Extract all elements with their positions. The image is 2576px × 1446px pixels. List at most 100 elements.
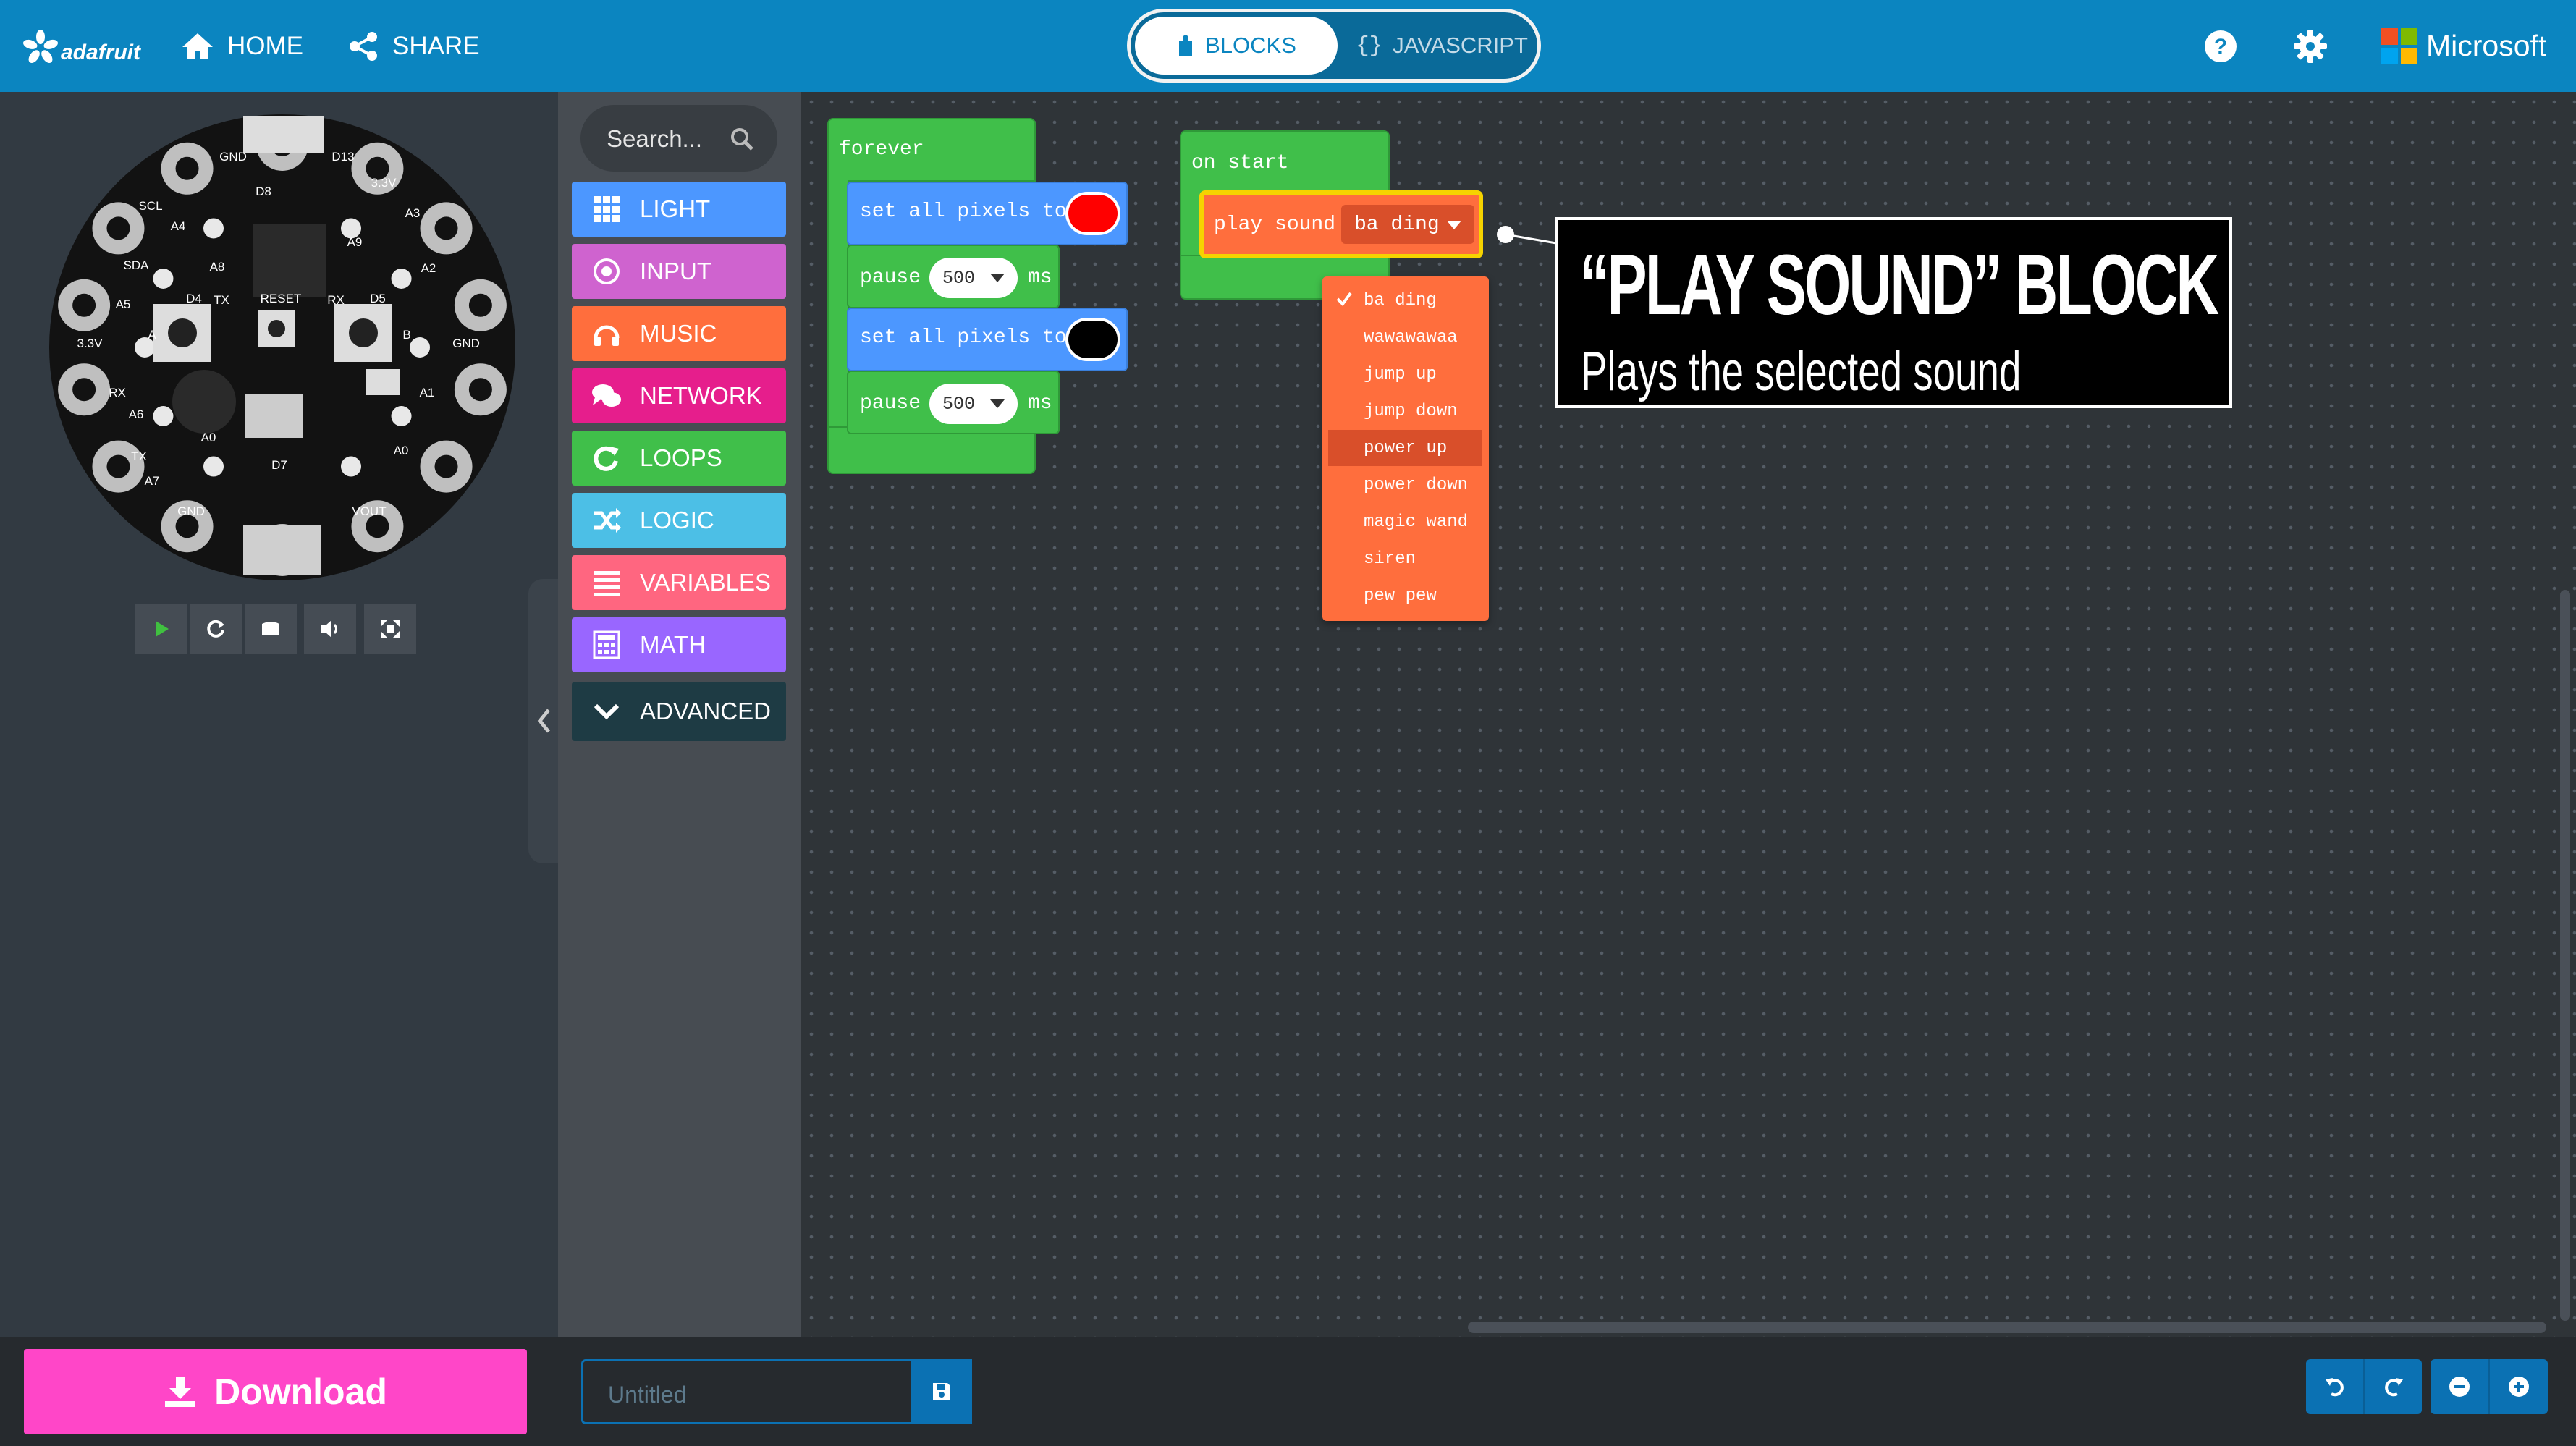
color-swatch-red[interactable] bbox=[1068, 195, 1118, 232]
download-button[interactable]: Download bbox=[24, 1349, 527, 1434]
restart-button[interactable] bbox=[190, 604, 242, 654]
sound-option[interactable]: jump up bbox=[1322, 356, 1489, 392]
sound-option[interactable]: jump down bbox=[1322, 393, 1489, 429]
neopixel-led bbox=[341, 456, 361, 477]
chevron-left-icon bbox=[537, 709, 550, 733]
board-pin-label: A bbox=[148, 328, 156, 342]
caret-down-icon bbox=[1447, 221, 1461, 229]
project-name-placeholder: Untitled bbox=[608, 1382, 687, 1408]
board-pin-label: GND bbox=[219, 150, 247, 164]
play-sound-block[interactable]: play sound ba ding bbox=[1199, 190, 1483, 258]
adafruit-logo[interactable]: adafruit bbox=[23, 0, 140, 92]
horizontal-scrollbar[interactable] bbox=[1468, 1322, 2546, 1333]
redo-button[interactable] bbox=[2363, 1359, 2422, 1414]
home-icon bbox=[182, 33, 213, 59]
braces-icon: {} bbox=[1356, 33, 1383, 59]
category-label: MUSIC bbox=[640, 320, 717, 347]
advanced-category[interactable]: ADVANCED bbox=[572, 682, 786, 741]
board-pin-label: GND bbox=[177, 504, 205, 518]
help-button[interactable]: ? bbox=[2203, 0, 2251, 92]
category-network[interactable]: NETWORK bbox=[572, 368, 786, 423]
settings-button[interactable] bbox=[2293, 0, 2341, 92]
caret-down-icon bbox=[990, 399, 1005, 408]
home-button[interactable]: HOME bbox=[181, 0, 303, 92]
logic-icon bbox=[591, 504, 622, 536]
category-logic[interactable]: LOGIC bbox=[572, 493, 786, 548]
variables-icon bbox=[591, 567, 622, 599]
battery-connector bbox=[243, 525, 321, 575]
play-sound-label: play sound bbox=[1214, 213, 1336, 236]
pause-value-dropdown-2[interactable]: 500 bbox=[929, 384, 1018, 424]
board-pin-label: VOUT bbox=[352, 504, 386, 518]
callout-box: “PLAY SOUND” BLOCK Plays the selected so… bbox=[1555, 217, 2232, 408]
board-pin-label: 3.3V bbox=[371, 176, 397, 190]
category-light[interactable]: LIGHT bbox=[572, 182, 786, 237]
circuit-playground-board[interactable]: GND D13 D8 3.3V SCL A4 A3 A9 A8 SDA A5 A2 TX RESET RX D… bbox=[43, 109, 521, 586]
category-label: MATH bbox=[640, 631, 706, 658]
set-pixels-label-2: set all pixels to bbox=[860, 326, 1067, 349]
save-button[interactable] bbox=[911, 1359, 972, 1424]
microsoft-logo[interactable]: Microsoft bbox=[2381, 0, 2546, 92]
board-pin-label: A6 bbox=[129, 407, 144, 421]
vertical-scrollbar[interactable] bbox=[2560, 590, 2570, 1321]
color-swatch-black[interactable] bbox=[1068, 321, 1118, 358]
math-icon bbox=[591, 629, 622, 661]
puzzle-icon bbox=[1179, 35, 1193, 56]
mute-button[interactable] bbox=[304, 604, 356, 654]
play-button[interactable] bbox=[135, 604, 187, 654]
set-all-pixels-block-1[interactable]: set all pixels to bbox=[847, 182, 1128, 245]
sound-option[interactable]: wawawawaa bbox=[1322, 319, 1489, 355]
search-placeholder: Search... bbox=[607, 125, 703, 152]
search-icon bbox=[731, 128, 753, 151]
blocks-tab[interactable]: BLOCKS bbox=[1135, 17, 1338, 75]
category-label: INPUT bbox=[640, 258, 711, 284]
neopixel-led bbox=[391, 406, 412, 426]
category-music[interactable]: MUSIC bbox=[572, 306, 786, 361]
music-icon bbox=[591, 318, 622, 350]
sound-dropdown[interactable]: ba ding bbox=[1341, 205, 1474, 244]
pause-unit-1: ms bbox=[1028, 266, 1052, 289]
sound-option[interactable]: ba ding bbox=[1322, 282, 1489, 318]
category-loops[interactable]: LOOPS bbox=[572, 431, 786, 486]
set-all-pixels-block-2[interactable]: set all pixels to bbox=[847, 308, 1128, 371]
pause-block-1[interactable]: pause 500 ms bbox=[847, 245, 1060, 308]
zoom-in-icon bbox=[2509, 1377, 2529, 1397]
share-button[interactable]: SHARE bbox=[347, 0, 480, 92]
sound-option[interactable]: power down bbox=[1322, 467, 1489, 503]
input-icon bbox=[591, 255, 622, 287]
collapse-simulator-handle[interactable] bbox=[528, 579, 559, 863]
pause-value-dropdown-1[interactable]: 500 bbox=[929, 258, 1018, 298]
zoom-in-button[interactable] bbox=[2488, 1359, 2548, 1414]
zoom-group bbox=[2431, 1359, 2548, 1414]
sound-option[interactable]: power up bbox=[1328, 430, 1482, 466]
board-pin-label: A4 bbox=[171, 219, 186, 233]
board-pin-label: B bbox=[402, 328, 410, 342]
board-pin-label: TX bbox=[131, 449, 147, 463]
zoom-out-button[interactable] bbox=[2431, 1359, 2488, 1414]
fullscreen-button[interactable] bbox=[364, 604, 416, 654]
category-math[interactable]: MATH bbox=[572, 617, 786, 672]
board-pin-label: RESET bbox=[261, 292, 302, 305]
search-box[interactable]: Search... bbox=[580, 105, 777, 172]
pause-block-2[interactable]: pause 500 ms bbox=[847, 371, 1060, 434]
volume-icon bbox=[321, 620, 337, 638]
sound-option[interactable]: pew pew bbox=[1322, 578, 1489, 614]
slow-mo-button[interactable] bbox=[245, 604, 297, 654]
blocks-label: BLOCKS bbox=[1205, 33, 1296, 58]
slide-switch[interactable] bbox=[245, 394, 303, 438]
brand-label: Microsoft bbox=[2426, 29, 2547, 62]
board-pin-label: TX bbox=[214, 293, 229, 307]
board-pin-label: D7 bbox=[271, 458, 287, 472]
refresh-icon bbox=[207, 620, 224, 638]
light-icon bbox=[591, 193, 622, 225]
speaker bbox=[172, 370, 236, 434]
sound-option[interactable]: magic wand bbox=[1322, 504, 1489, 540]
category-variables[interactable]: VARIABLES bbox=[572, 555, 786, 610]
board-pin-label: A8 bbox=[210, 260, 225, 274]
javascript-tab[interactable]: {} JAVASCRIPT bbox=[1348, 17, 1536, 75]
sound-option[interactable]: siren bbox=[1322, 541, 1489, 577]
undo-button[interactable] bbox=[2306, 1359, 2363, 1414]
home-label: HOME bbox=[227, 31, 303, 60]
category-input[interactable]: INPUT bbox=[572, 244, 786, 299]
light-sensor bbox=[366, 369, 400, 395]
